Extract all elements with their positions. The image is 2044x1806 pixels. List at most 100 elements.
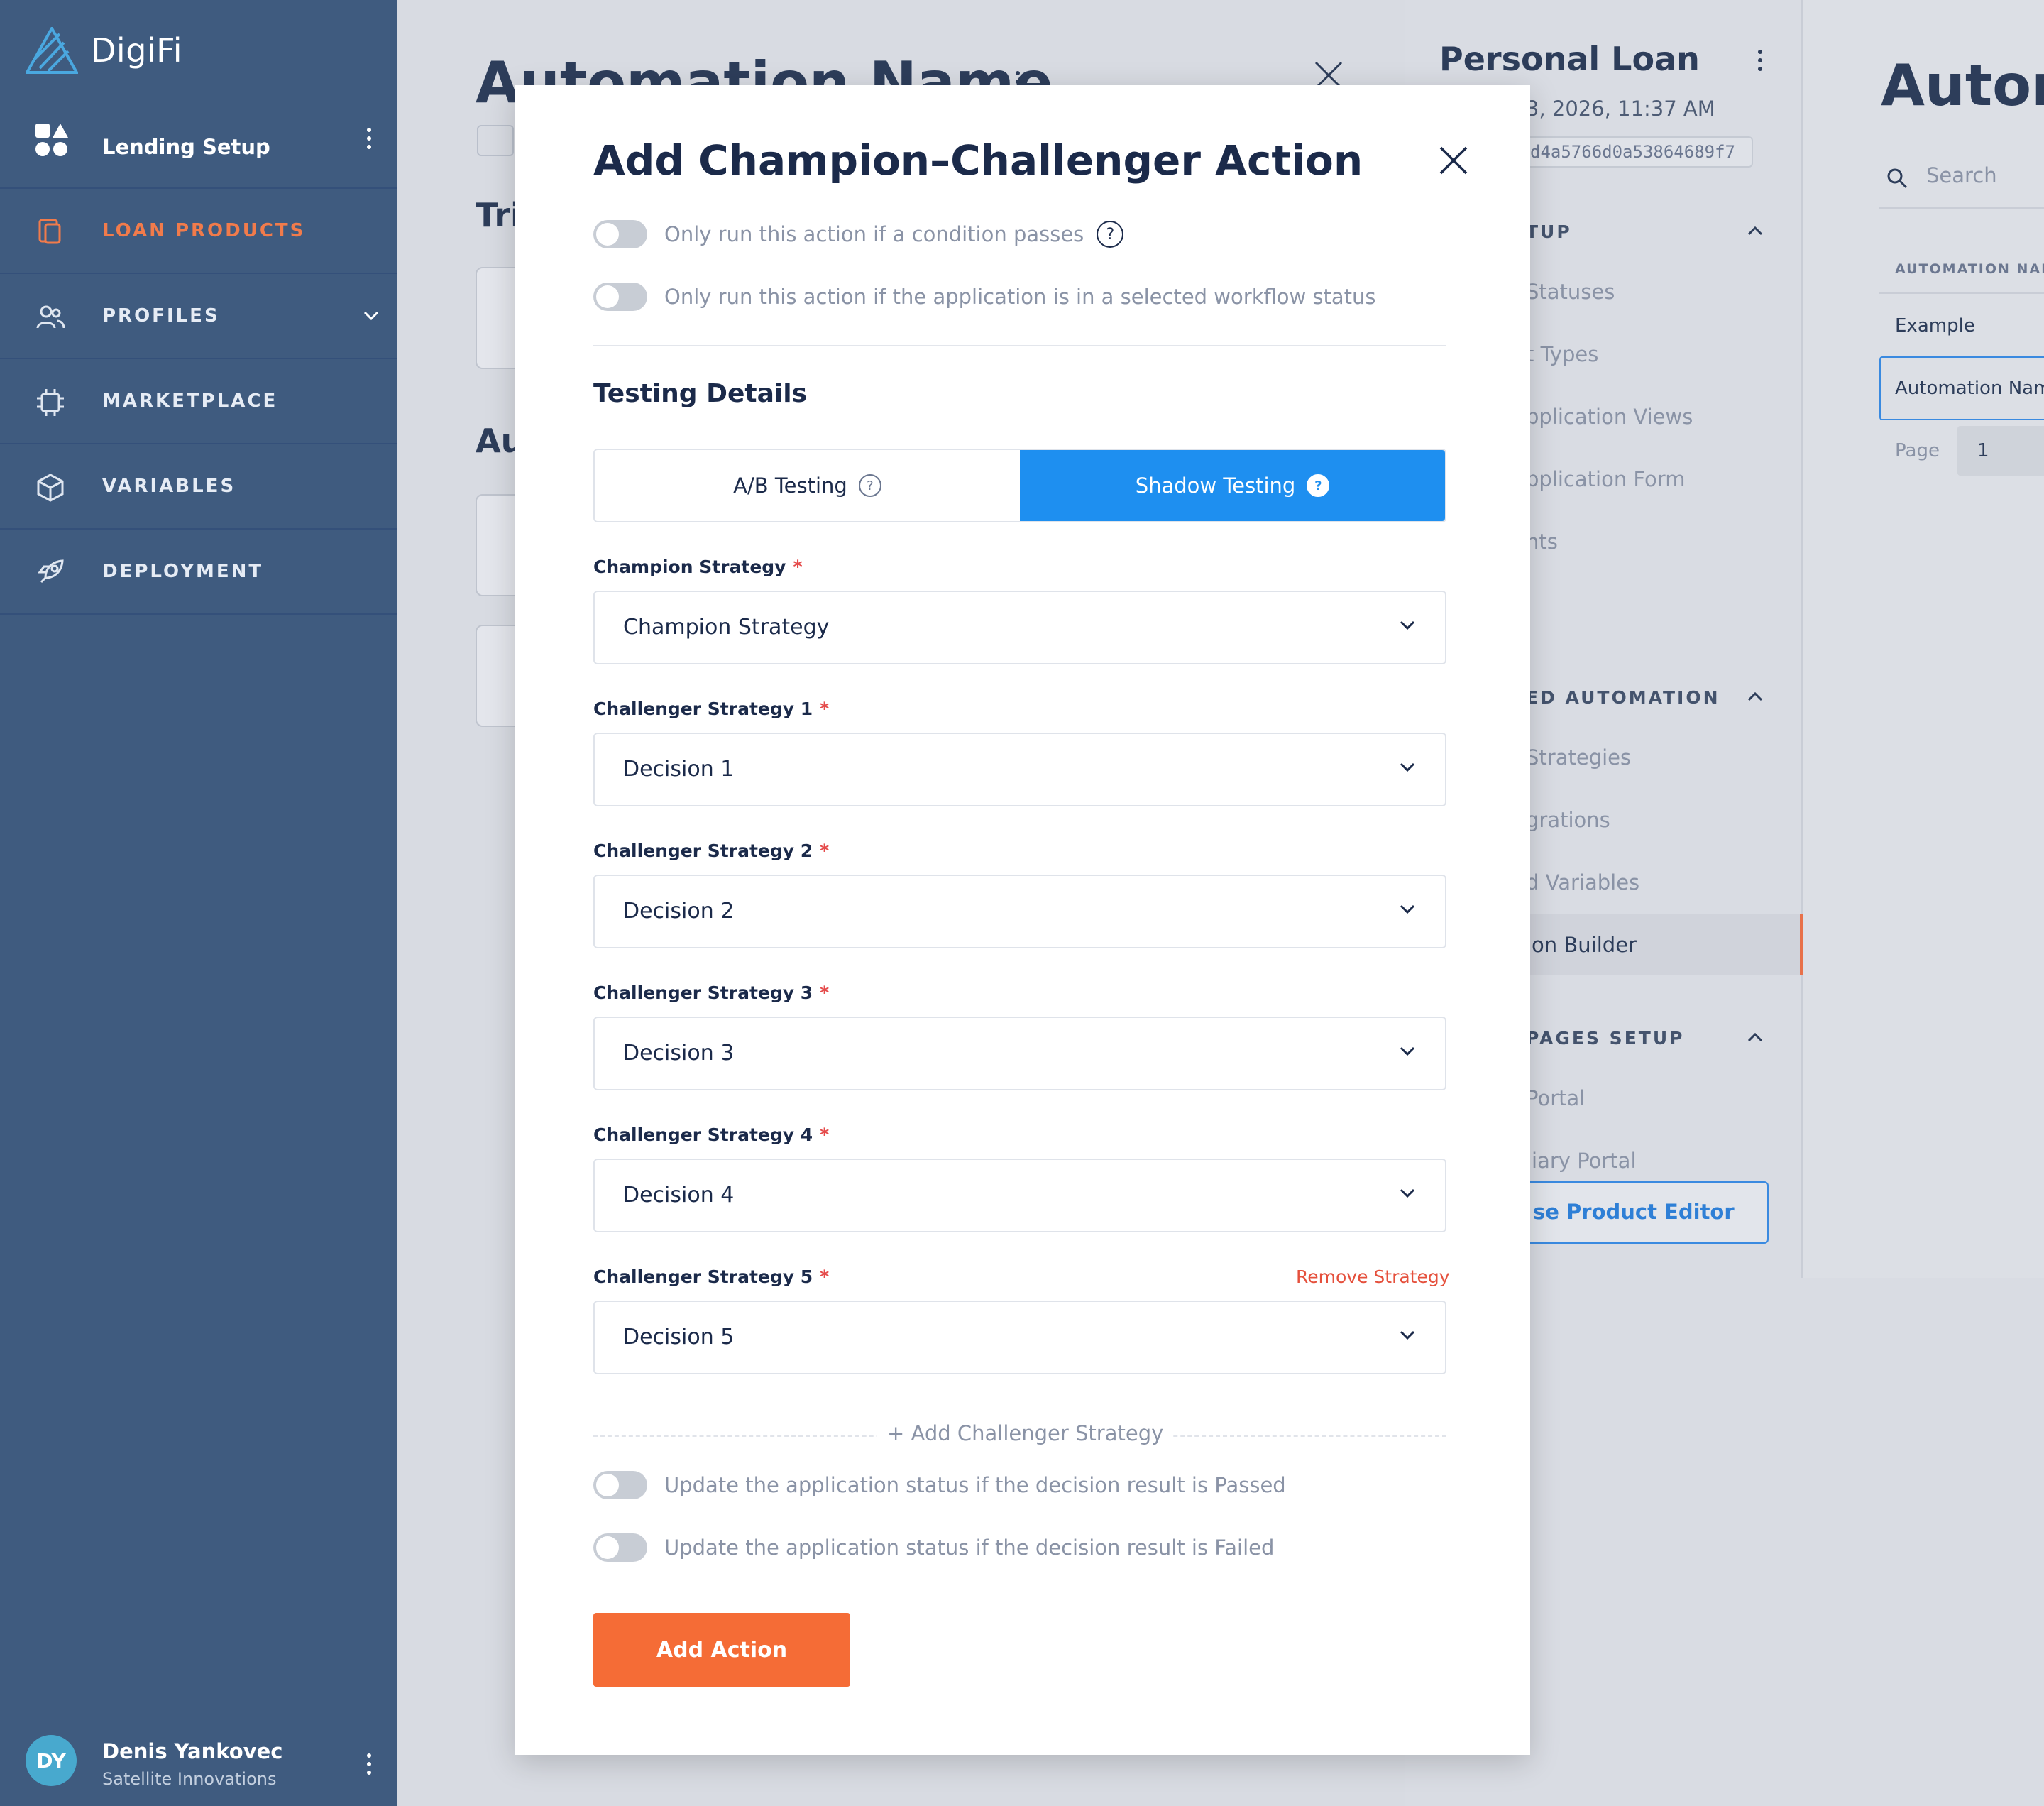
nav-link[interactable]: pplication Views [1526,405,1693,429]
select-value: Decision 4 [623,1183,735,1208]
user-company: Satellite Innovations [102,1769,277,1789]
field-label-text: Challenger Strategy 5 [593,1266,813,1287]
challenger-strategy-5-label: Challenger Strategy 5 * [593,1266,829,1287]
close-icon[interactable] [1438,145,1469,176]
nav-deployment[interactable]: DEPLOYMENT [0,530,397,615]
setup-menu-icon[interactable] [366,128,372,149]
field-label-text: Challenger Strategy 2 [593,841,813,861]
nav-link[interactable]: t Types [1526,342,1598,366]
challenger-strategy-1-label: Challenger Strategy 1 * [593,699,829,719]
nav-link[interactable]: nts [1526,530,1558,554]
help-icon[interactable]: ? [1097,221,1124,248]
select-value: Decision 1 [623,757,735,782]
copy-icon[interactable] [477,125,514,156]
chevron-up-icon[interactable] [1747,1032,1763,1042]
challenger-strategy-3-select[interactable]: Decision 3 [593,1017,1446,1090]
search-input[interactable]: Search [1926,163,1997,187]
tab-shadow-testing[interactable]: Shadow Testing ? [1020,450,1445,521]
passed-status-toggle[interactable] [593,1471,647,1499]
shapes-icon [35,124,68,156]
challenger-strategy-2-select[interactable]: Decision 2 [593,875,1446,948]
add-challenger-button[interactable]: + Add Challenger Strategy [877,1421,1174,1445]
select-value: Decision 3 [623,1041,735,1066]
deployment-icon [38,559,64,584]
nav-marketplace[interactable]: MARKETPLACE [0,359,397,444]
field-label-text: Challenger Strategy 4 [593,1124,813,1145]
champion-strategy-select[interactable]: Champion Strategy [593,591,1446,664]
section-heading[interactable]: ED AUTOMATION [1526,687,1720,708]
table-row[interactable]: Automation Nam [1895,378,2044,399]
nav-label-variables: VARIABLES [102,476,236,497]
required-mark: * [820,841,830,861]
product-id: d4a5766d0a53864689f7 [1526,136,1753,168]
variables-icon [37,474,64,502]
nav-loan-products[interactable]: LOAN PRODUCTS [0,189,397,274]
challenger-strategy-2-label: Challenger Strategy 2 * [593,841,829,861]
workflow-status-toggle-row: Only run this action if the application … [593,283,1376,311]
challenger-strategy-4-label: Challenger Strategy 4 * [593,1124,829,1145]
remove-strategy-link[interactable]: Remove Strategy [1296,1266,1450,1287]
nav-link[interactable]: Strategies [1526,745,1631,770]
product-editor-button[interactable]: se Product Editor [1519,1181,1769,1244]
nav-profiles[interactable]: PROFILES [0,274,397,359]
column-header[interactable]: AUTOMATION NAME [1895,261,2044,277]
nav-link[interactable]: pplication Form [1526,467,1685,491]
challenger-strategy-4-select[interactable]: Decision 4 [593,1159,1446,1232]
workflow-status-toggle[interactable] [593,283,647,311]
table-row[interactable]: Example [1895,315,1975,336]
nav-variables[interactable]: VARIABLES [0,444,397,530]
nav-label-marketplace: MARKETPLACE [102,390,278,412]
failed-status-toggle[interactable] [593,1533,647,1562]
nav-link[interactable]: d Variables [1526,870,1639,894]
required-mark: * [820,1124,830,1145]
chevron-down-icon[interactable] [363,311,379,321]
nav-link-active[interactable]: ion Builder [1526,933,1637,957]
loan-products-icon [38,219,61,244]
champion-strategy-label: Champion Strategy * [593,557,803,577]
page-value: 1 [1977,440,1989,461]
help-icon[interactable]: ? [1307,474,1330,497]
select-value: Decision 2 [623,899,735,924]
nav-link[interactable]: Statuses [1526,280,1615,304]
field-label-text: Challenger Strategy 3 [593,983,813,1003]
nav-label-profiles: PROFILES [102,305,220,327]
lending-setup-label: Lending Setup [102,135,270,159]
page-input[interactable]: 1 [1957,426,2044,476]
challenger-strategy-1-select[interactable]: Decision 1 [593,733,1446,806]
user-name: Denis Yankovec [102,1739,283,1763]
section-heading[interactable]: PAGES SETUP [1526,1028,1684,1049]
required-mark: * [820,1266,830,1287]
condition-toggle-row: Only run this action if a condition pass… [593,220,1124,248]
chevron-up-icon[interactable] [1747,226,1763,236]
failed-toggle-label: Update the application status if the dec… [664,1536,1275,1560]
chevron-down-icon [1400,904,1415,914]
nav-link[interactable]: liary Portal [1526,1149,1637,1173]
field-label-text: Champion Strategy [593,557,786,577]
select-value: Champion Strategy [623,615,830,640]
divider [1879,207,2044,209]
app-name: DigiFi [91,31,183,70]
chevron-up-icon[interactable] [1747,691,1763,701]
condition-toggle[interactable] [593,220,647,248]
chevron-down-icon [1400,1046,1415,1056]
user-profile[interactable]: DY Denis Yankovec Satellite Innovations [26,1735,282,1789]
chevron-down-icon [1400,620,1415,630]
user-menu-icon[interactable] [366,1753,372,1775]
search-icon [1887,168,1908,189]
lending-setup-selector[interactable]: Lending Setup [0,106,397,189]
product-menu-icon[interactable] [1757,50,1763,71]
challenger-strategy-5-select[interactable]: Decision 5 [593,1301,1446,1374]
nav-link[interactable]: grations [1526,808,1610,832]
avatar: DY [26,1735,77,1786]
add-action-button[interactable]: Add Action [593,1613,850,1687]
automations-list-panel: Autom Search AUTOMATION NAME Example Aut… [1803,0,2044,1278]
tab-label: A/B Testing [733,474,847,498]
required-mark: * [820,983,830,1003]
condition-toggle-label: Only run this action if a condition pass… [664,222,1084,246]
app-logo[interactable]: DigiFi [26,27,182,74]
select-value: Decision 5 [623,1325,735,1350]
help-icon[interactable]: ? [858,474,881,497]
tab-ab-testing[interactable]: A/B Testing ? [595,450,1020,521]
nav-link[interactable]: Portal [1526,1086,1585,1110]
section-heading[interactable]: TUP [1526,221,1572,242]
